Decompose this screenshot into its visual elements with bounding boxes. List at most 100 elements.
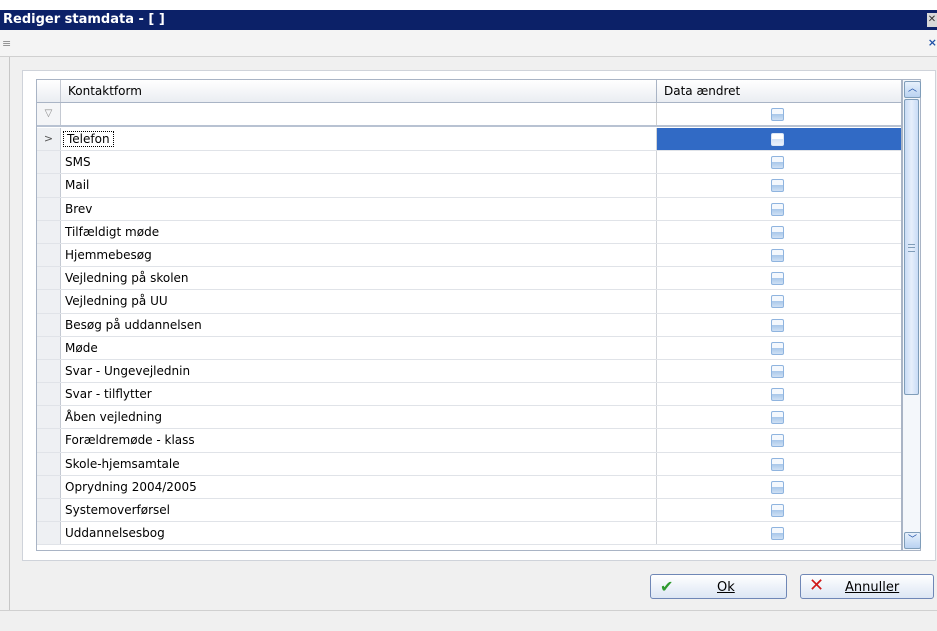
checkbox[interactable] — [771, 225, 784, 239]
checkbox[interactable] — [771, 248, 784, 262]
row-header[interactable] — [37, 475, 61, 498]
scroll-up-icon[interactable]: ︿ — [904, 81, 921, 98]
checkbox[interactable] — [771, 457, 784, 471]
cell-data-aendret[interactable] — [657, 221, 901, 243]
cell-data-aendret[interactable] — [657, 244, 901, 266]
row-header[interactable] — [37, 499, 61, 522]
row-header[interactable] — [37, 197, 61, 220]
cell-kontaktform[interactable]: Forældremøde - klass — [61, 429, 657, 452]
cell-data-aendret[interactable] — [657, 406, 901, 428]
cell-data-aendret[interactable] — [657, 429, 901, 451]
row-header[interactable] — [37, 429, 61, 452]
table-row[interactable]: Tilfældigt møde — [37, 220, 901, 244]
cancel-button[interactable]: ✕ Annuller — [800, 574, 934, 599]
table-row[interactable]: Oprydning 2004/2005 — [37, 475, 901, 499]
table-row[interactable]: Svar - Ungevejlednin — [37, 359, 901, 384]
column-header-data-aendret[interactable]: Data ændret — [657, 80, 901, 102]
table-row[interactable]: Møde — [37, 336, 901, 360]
cell-data-aendret[interactable] — [657, 522, 901, 544]
cell-kontaktform[interactable]: Møde — [61, 336, 657, 359]
scroll-down-icon[interactable]: ﹀ — [904, 532, 921, 549]
row-header[interactable] — [37, 406, 61, 429]
checkbox[interactable] — [771, 364, 784, 378]
ok-button[interactable]: ✔ Ok — [650, 574, 787, 599]
checkbox[interactable] — [771, 388, 784, 402]
cell-data-aendret[interactable] — [657, 453, 901, 475]
row-header[interactable] — [37, 522, 61, 545]
cell-kontaktform[interactable]: Svar - Ungevejlednin — [61, 359, 657, 383]
cell-kontaktform[interactable]: Telefon — [61, 128, 657, 151]
row-header[interactable] — [37, 220, 61, 243]
cell-data-aendret[interactable] — [657, 383, 901, 405]
cell-data-aendret[interactable] — [657, 290, 901, 312]
cell-data-aendret[interactable] — [657, 360, 901, 382]
cell-data-aendret[interactable] — [657, 476, 901, 498]
table-row[interactable]: Skole-hjemsamtale — [37, 452, 901, 476]
row-header[interactable] — [37, 359, 61, 383]
table-row[interactable]: Mail — [37, 174, 901, 198]
table-row[interactable]: Forældremøde - klass — [37, 429, 901, 453]
row-header[interactable] — [37, 151, 61, 174]
checkbox[interactable] — [771, 341, 784, 355]
table-row[interactable]: Brev — [37, 197, 901, 221]
row-header[interactable] — [37, 383, 61, 406]
cell-data-aendret[interactable] — [657, 151, 901, 173]
checkbox[interactable] — [771, 318, 784, 332]
row-indicator-icon[interactable]: > — [37, 128, 61, 151]
checkbox[interactable] — [771, 156, 784, 170]
cell-kontaktform[interactable]: Brev — [61, 197, 657, 220]
checkbox[interactable] — [771, 179, 784, 193]
cell-kontaktform[interactable]: Svar - tilflytter — [61, 383, 657, 406]
cell-data-aendret[interactable] — [657, 128, 901, 151]
filter-icon[interactable]: ▽ — [37, 103, 61, 125]
row-header[interactable] — [37, 290, 61, 313]
checkbox[interactable] — [771, 480, 784, 494]
table-row[interactable]: Hjemmebesøg — [37, 243, 901, 268]
cell-kontaktform[interactable]: Besøg på uddannelsen — [61, 313, 657, 336]
cell-kontaktform[interactable]: Vejledning på skolen — [61, 267, 657, 290]
cell-kontaktform[interactable]: Mail — [61, 174, 657, 197]
cell-data-aendret[interactable] — [657, 174, 901, 196]
cell-kontaktform[interactable]: Vejledning på UU — [61, 290, 657, 313]
cell-kontaktform[interactable]: Systemoverførsel — [61, 499, 657, 522]
table-row[interactable]: Uddannelsesbog — [37, 522, 901, 546]
checkbox[interactable] — [771, 434, 784, 448]
close-icon[interactable]: ✕ — [927, 13, 937, 27]
cell-kontaktform[interactable]: Skole-hjemsamtale — [61, 452, 657, 475]
row-header[interactable] — [37, 174, 61, 197]
row-header[interactable] — [37, 313, 61, 336]
cell-data-aendret[interactable] — [657, 337, 901, 359]
cell-kontaktform[interactable]: SMS — [61, 151, 657, 174]
table-row[interactable]: Besøg på uddannelsen — [37, 313, 901, 337]
cell-kontaktform[interactable]: Tilfældigt møde — [61, 220, 657, 243]
checkbox[interactable] — [771, 295, 784, 309]
cell-kontaktform[interactable]: Oprydning 2004/2005 — [61, 475, 657, 498]
vertical-scrollbar[interactable]: ︿ ﹀ — [902, 79, 921, 551]
row-header[interactable] — [37, 336, 61, 359]
checkbox[interactable] — [771, 504, 784, 517]
scroll-thumb[interactable] — [904, 99, 919, 395]
cell-data-aendret[interactable] — [657, 314, 901, 336]
row-header[interactable] — [37, 267, 61, 290]
table-row[interactable]: SMS — [37, 151, 901, 175]
table-row[interactable]: Svar - tilflytter — [37, 383, 901, 407]
pin-icon[interactable]: × — [928, 36, 937, 49]
cell-kontaktform[interactable]: Åben vejledning — [61, 406, 657, 429]
table-row[interactable]: > Telefon — [37, 128, 901, 152]
column-header-kontaktform[interactable]: Kontaktform — [61, 80, 657, 102]
cell-data-aendret[interactable] — [657, 499, 901, 521]
checkbox[interactable] — [771, 133, 784, 146]
cell-data-aendret[interactable] — [657, 198, 901, 220]
row-header[interactable] — [37, 452, 61, 475]
checkbox[interactable] — [771, 108, 784, 121]
row-header[interactable] — [37, 243, 61, 267]
cell-data-aendret[interactable] — [657, 267, 901, 289]
cell-kontaktform[interactable]: Hjemmebesøg — [61, 243, 657, 267]
checkbox[interactable] — [771, 272, 784, 286]
table-row[interactable]: Åben vejledning — [37, 406, 901, 430]
filter-cell-kontaktform[interactable] — [61, 103, 657, 125]
grip-icon[interactable]: ≡ — [2, 37, 11, 50]
table-row[interactable]: Vejledning på UU — [37, 290, 901, 314]
table-row[interactable]: Systemoverførsel — [37, 499, 901, 523]
checkbox[interactable] — [771, 202, 784, 216]
